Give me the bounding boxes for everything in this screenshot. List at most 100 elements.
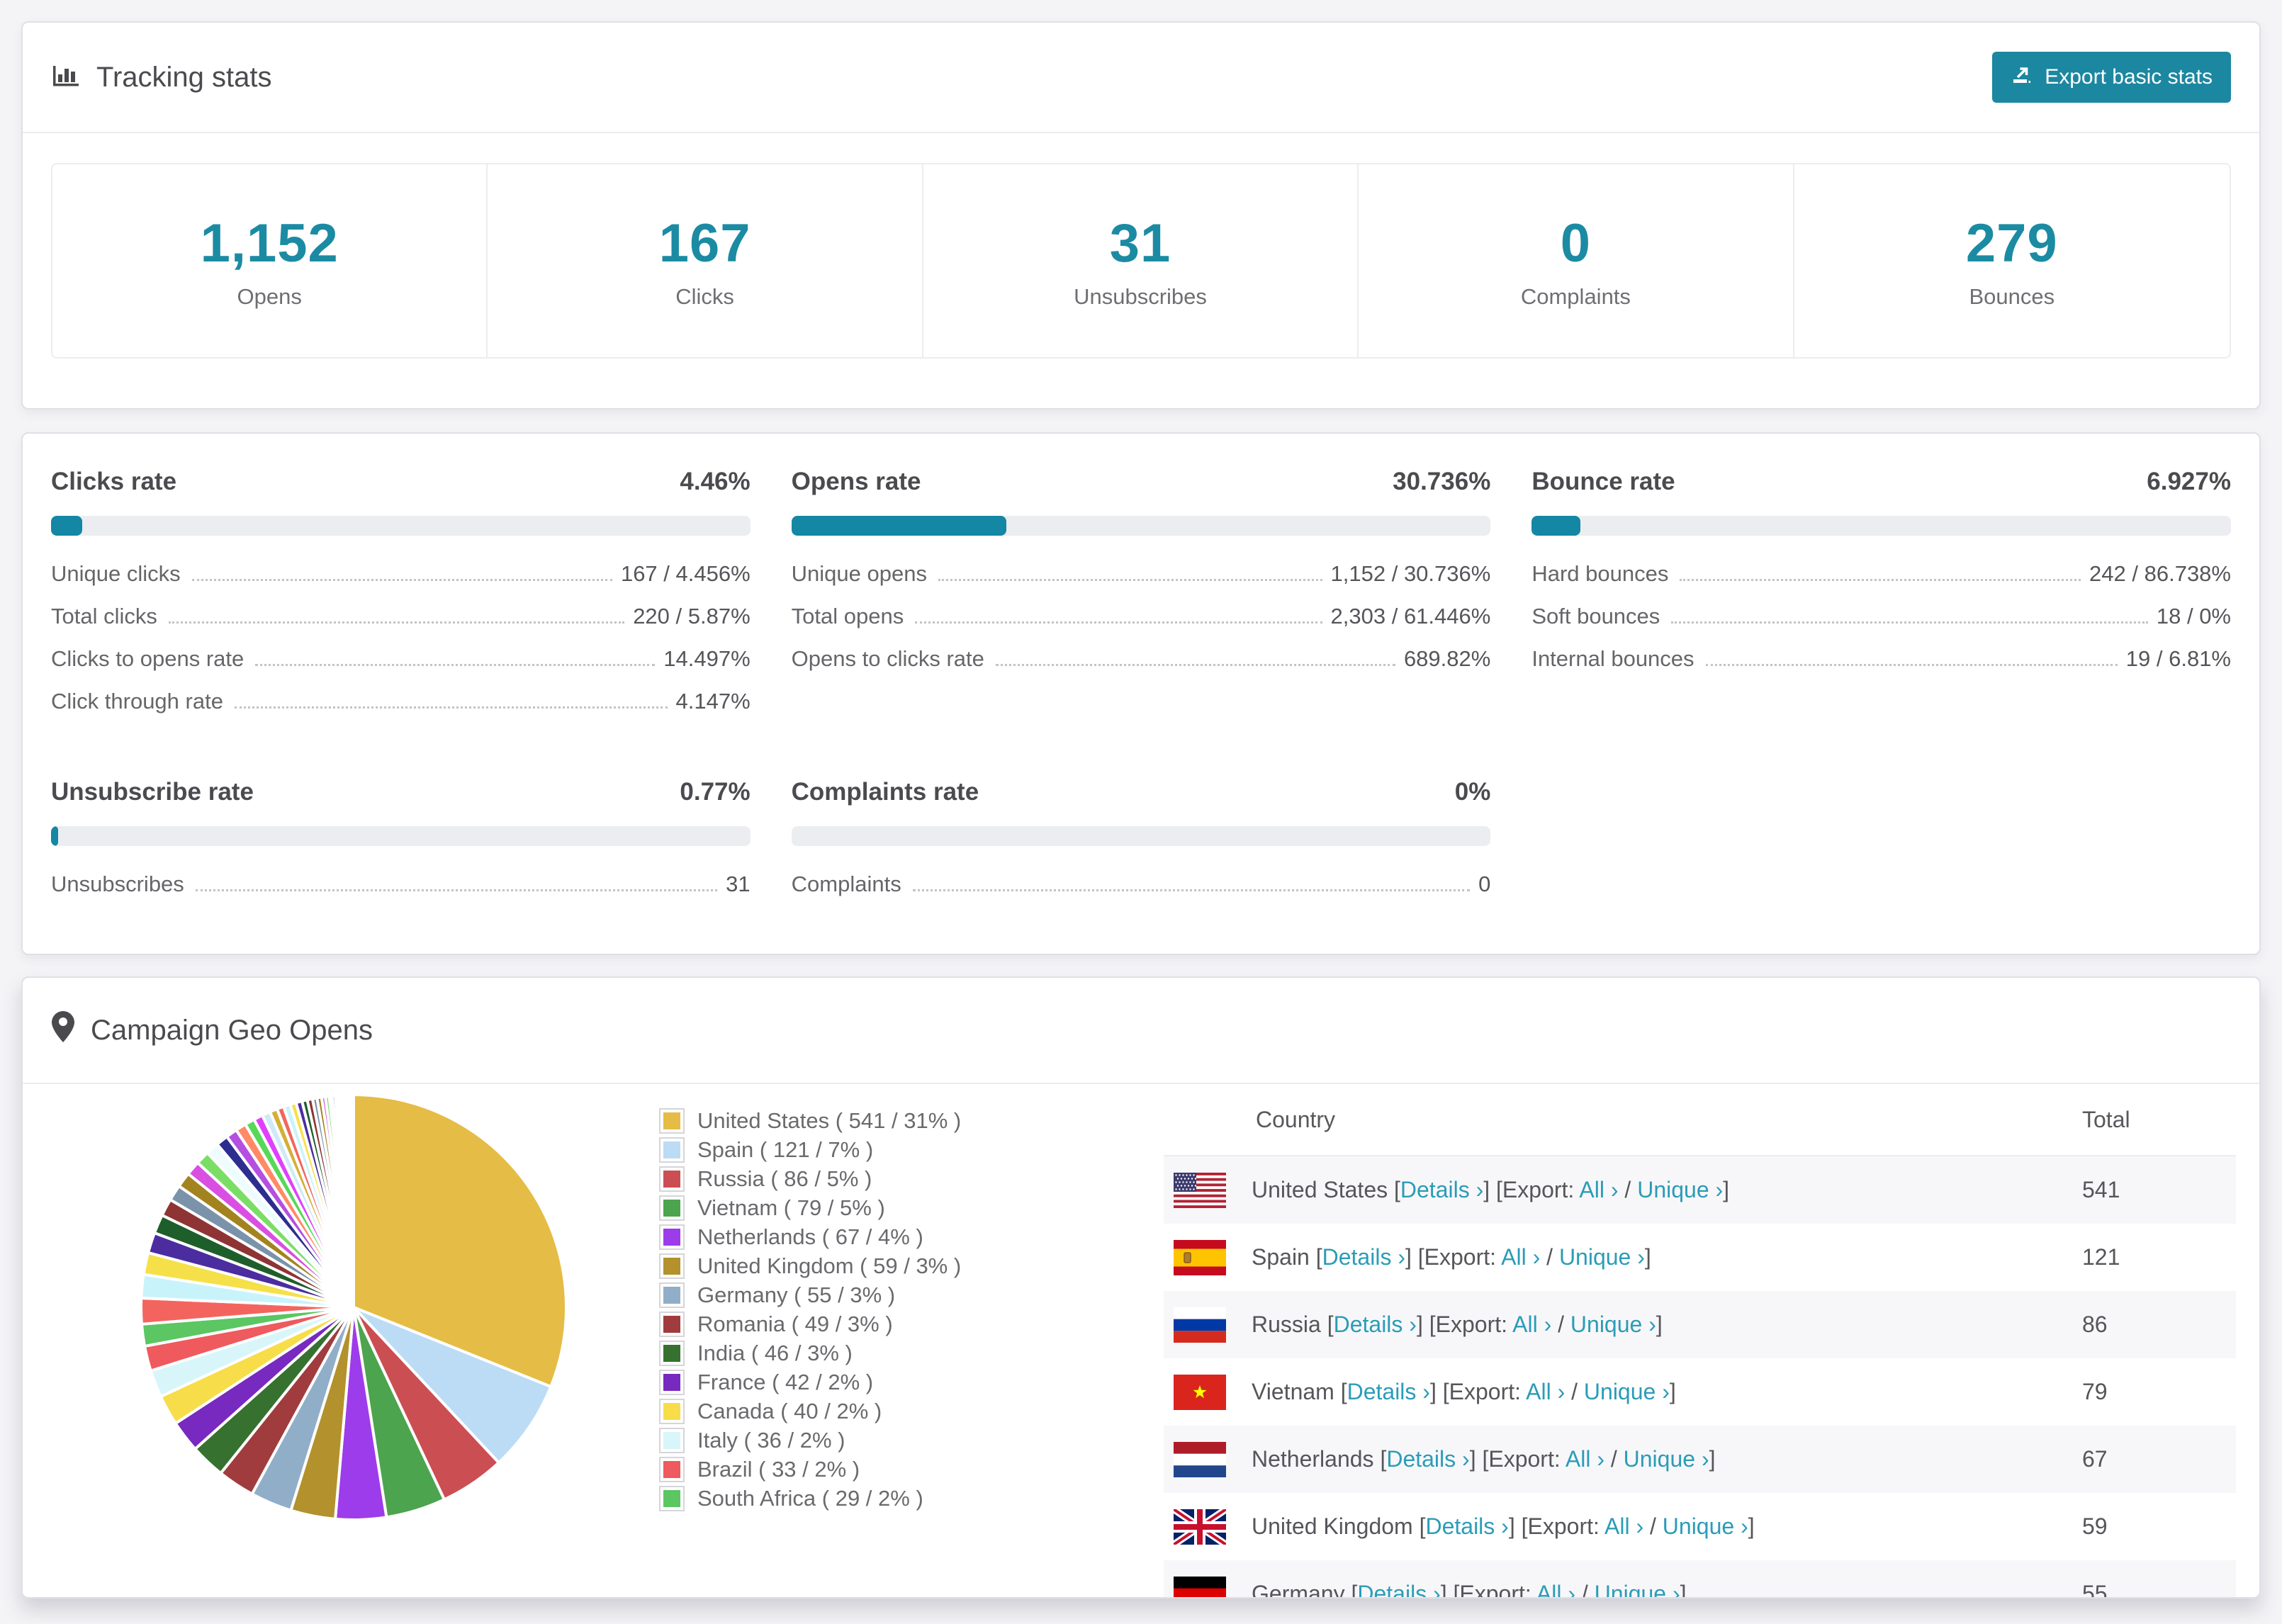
country-cell: Russia [Details ›] [Export: All › / Uniq…	[1252, 1312, 1663, 1338]
rate-detail-label: Clicks to opens rate	[51, 646, 244, 671]
pie-slice-other-57	[351, 1093, 355, 1308]
geo-table-row-germany: Germany [Details ›] [Export: All › / Uni…	[1164, 1560, 2236, 1597]
legend-item-brazil[interactable]: Brazil ( 33 / 2% )	[659, 1457, 961, 1482]
export-all-link[interactable]: All ›	[1566, 1446, 1604, 1472]
export-all-link[interactable]: All ›	[1501, 1244, 1540, 1270]
tracking-stats-card: Tracking stats Export basic stats 1,152 O…	[21, 21, 2261, 410]
export-unique-link[interactable]: Unique ›	[1559, 1244, 1645, 1270]
rate-section-head: Bounce rate 6.927%	[1531, 468, 2231, 496]
stat-value: 31	[1109, 213, 1171, 274]
rate-detail-row: Unique clicks 167 / 4.456%	[51, 561, 751, 587]
dotted-leader	[938, 579, 1322, 581]
stat-value: 279	[1965, 213, 2058, 274]
legend-label: United States ( 541 / 31% )	[697, 1108, 962, 1133]
dotted-leader	[1705, 664, 2118, 666]
legend-item-netherlands[interactable]: Netherlands ( 67 / 4% )	[659, 1224, 961, 1250]
summary-stats-row: 1,152 Opens 167 Clicks 31 Unsubscribes 0 Compla…	[51, 163, 2231, 359]
export-all-link[interactable]: All ›	[1526, 1379, 1565, 1404]
rate-title: Opens rate	[791, 468, 921, 495]
details-link[interactable]: Details ›	[1386, 1446, 1469, 1472]
export-all-link[interactable]: All ›	[1536, 1581, 1575, 1597]
legend-label: Netherlands ( 67 / 4% )	[697, 1224, 923, 1249]
export-unique-link[interactable]: Unique ›	[1595, 1581, 1680, 1597]
export-unique-link[interactable]: Unique ›	[1663, 1513, 1748, 1539]
rate-detail-rows: Unique clicks 167 / 4.456% Total clicks 220…	[51, 561, 751, 714]
rate-progress-bar	[791, 826, 1491, 846]
rate-detail-label: Internal bounces	[1531, 646, 1694, 671]
rate-value: 6.927%	[2147, 468, 2231, 495]
dotted-leader	[915, 621, 1322, 624]
rate-value: 4.46%	[680, 468, 751, 495]
country-cell: Spain [Details ›] [Export: All › / Uniqu…	[1252, 1244, 1651, 1270]
legend-item-france[interactable]: France ( 42 / 2% )	[659, 1370, 961, 1395]
rate-section-head: Opens rate 30.736%	[792, 468, 1491, 496]
legend-item-india[interactable]: India ( 46 / 3% )	[659, 1341, 961, 1366]
rate-detail-row: Clicks to opens rate 14.497%	[51, 646, 751, 672]
legend-swatch	[659, 1137, 685, 1163]
bracket: [	[1380, 1446, 1387, 1472]
legend-item-south-africa[interactable]: South Africa ( 29 / 2% )	[659, 1486, 961, 1511]
details-link[interactable]: Details ›	[1322, 1244, 1405, 1270]
geo-opens-legend: United States ( 541 / 31% ) Spain ( 121 /…	[659, 1108, 961, 1515]
details-link[interactable]: Details ›	[1400, 1177, 1483, 1202]
export-unique-link[interactable]: Unique ›	[1570, 1312, 1656, 1337]
legend-item-italy[interactable]: Italy ( 36 / 2% )	[659, 1428, 961, 1453]
geo-table-row-united-states: United States [Details ›] [Export: All ›…	[1164, 1156, 2236, 1224]
geo-opens-table: Country Total United States [Details ›] …	[1164, 1084, 2236, 1597]
rate-detail-rows: Unsubscribes 31	[51, 872, 751, 897]
country-name: United Kingdom	[1252, 1513, 1420, 1539]
rate-detail-label: Complaints	[791, 872, 901, 896]
legend-swatch	[659, 1457, 685, 1482]
us-flag-icon	[1174, 1172, 1226, 1208]
legend-item-united-kingdom[interactable]: United Kingdom ( 59 / 3% )	[659, 1253, 961, 1279]
country-name: Netherlands	[1252, 1446, 1381, 1472]
legend-item-germany[interactable]: Germany ( 55 / 3% )	[659, 1282, 961, 1308]
bar-chart-icon	[51, 59, 81, 96]
legend-item-canada[interactable]: Canada ( 40 / 2% )	[659, 1399, 961, 1424]
export-all-link[interactable]: All ›	[1512, 1312, 1551, 1337]
stat-cell-bounces: 279 Bounces	[1794, 164, 2230, 357]
country-name: Spain	[1252, 1244, 1316, 1270]
export-prefix: ] [Export:	[1429, 1379, 1527, 1404]
legend-item-spain[interactable]: Spain ( 121 / 7% )	[659, 1137, 961, 1163]
details-link[interactable]: Details ›	[1334, 1312, 1417, 1337]
rate-detail-value: 242 / 86.738%	[2089, 561, 2231, 586]
total-cell: 79	[2082, 1379, 2108, 1404]
export-unique-link[interactable]: Unique ›	[1584, 1379, 1670, 1404]
country-cell: Germany [Details ›] [Export: All › / Uni…	[1252, 1581, 1687, 1597]
export-all-link[interactable]: All ›	[1579, 1177, 1618, 1202]
legend-label: Spain ( 121 / 7% )	[697, 1137, 874, 1162]
legend-item-vietnam[interactable]: Vietnam ( 79 / 5% )	[659, 1195, 961, 1221]
details-link[interactable]: Details ›	[1425, 1513, 1508, 1539]
tracking-stats-title-text: Tracking stats	[96, 61, 272, 93]
export-basic-stats-button[interactable]: Export basic stats	[1992, 52, 2231, 103]
rates-card: Clicks rate 4.46% Unique clicks 167 / 4.456…	[21, 432, 2261, 955]
campaign-geo-opens-content: United States ( 541 / 31% ) Spain ( 121 /…	[23, 1084, 2259, 1597]
rate-value: 30.736%	[1393, 468, 1491, 495]
rate-progress-bar	[51, 826, 751, 846]
details-link[interactable]: Details ›	[1357, 1581, 1440, 1597]
nl-flag-icon	[1174, 1441, 1226, 1477]
rate-detail-value: 2,303 / 61.446%	[1330, 604, 1491, 628]
export-unique-link[interactable]: Unique ›	[1624, 1446, 1709, 1472]
export-prefix: ] [Export:	[1440, 1581, 1536, 1597]
es-flag-icon	[1174, 1239, 1226, 1275]
rate-section-head: Clicks rate 4.46%	[51, 468, 751, 496]
country-cell: United States [Details ›] [Export: All ›…	[1252, 1177, 1729, 1203]
rate-detail-value: 4.147%	[675, 689, 751, 714]
legend-item-united-states[interactable]: United States ( 541 / 31% )	[659, 1108, 961, 1134]
export-all-link[interactable]: All ›	[1604, 1513, 1643, 1539]
legend-item-russia[interactable]: Russia ( 86 / 5% )	[659, 1166, 961, 1192]
details-link[interactable]: Details ›	[1347, 1379, 1430, 1404]
rate-detail-row: Complaints 0	[792, 872, 1491, 897]
stat-cell-clicks: 167 Clicks	[488, 164, 923, 357]
legend-item-romania[interactable]: Romania ( 49 / 3% )	[659, 1312, 961, 1337]
export-prefix: ] [Export:	[1405, 1244, 1502, 1270]
rate-detail-row: Total opens 2,303 / 61.446%	[792, 604, 1491, 629]
legend-label: Russia ( 86 / 5% )	[697, 1166, 872, 1191]
stat-cell-complaints: 0 Complaints	[1359, 164, 1794, 357]
export-unique-link[interactable]: Unique ›	[1637, 1177, 1723, 1202]
rate-value: 0.77%	[680, 778, 751, 806]
rate-detail-label: Total opens	[791, 604, 904, 628]
tracking-stats-title: Tracking stats	[51, 59, 271, 96]
